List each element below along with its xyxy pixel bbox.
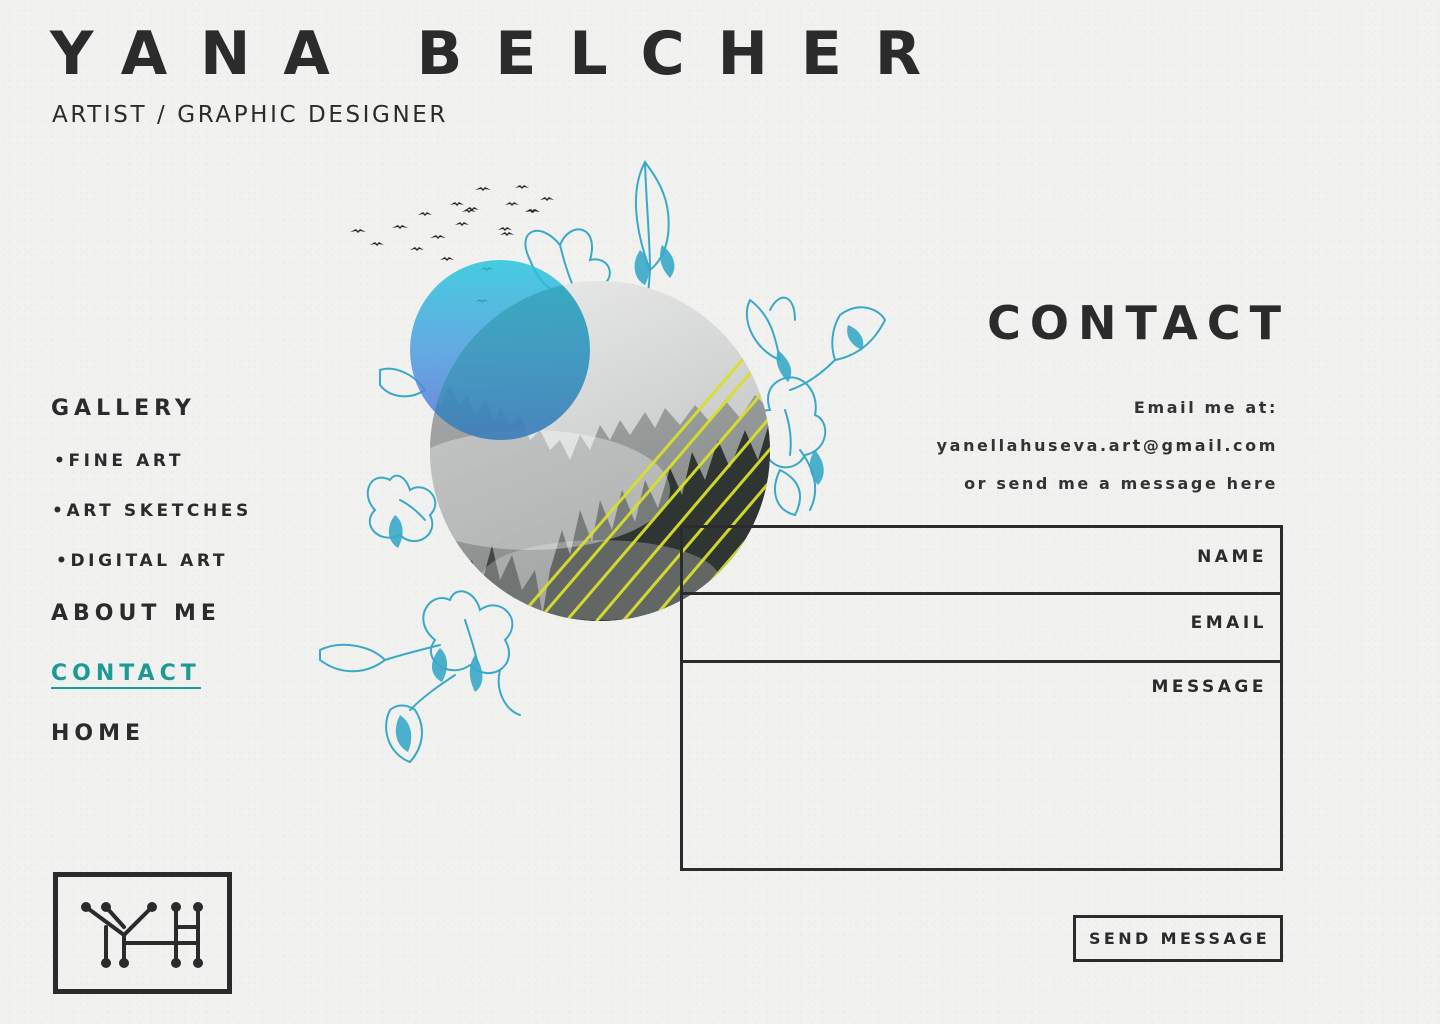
email-label: EMAIL bbox=[1190, 613, 1267, 633]
nav-fine-art[interactable]: •FINE ART bbox=[54, 451, 184, 471]
send-message-button[interactable]: SEND MESSAGE bbox=[1073, 915, 1283, 962]
nav-about-me[interactable]: ABOUT ME bbox=[51, 601, 221, 626]
contact-form: NAME EMAIL MESSAGE bbox=[680, 525, 1283, 871]
message-prompt: or send me a message here bbox=[964, 474, 1278, 493]
contact-heading: CONTACT bbox=[987, 296, 1290, 350]
nav-contact[interactable]: CONTACT bbox=[51, 661, 201, 689]
email-link[interactable]: yanellahuseva.art@gmail.com bbox=[937, 436, 1278, 455]
email-field: EMAIL bbox=[683, 595, 1280, 663]
site-title: YANA BELCHER bbox=[50, 19, 955, 89]
email-input[interactable] bbox=[693, 605, 1120, 650]
email-prompt: Email me at: bbox=[1133, 398, 1278, 417]
message-field: MESSAGE bbox=[683, 663, 1280, 868]
yh-monogram-logo[interactable] bbox=[53, 872, 232, 994]
message-label: MESSAGE bbox=[1151, 677, 1267, 697]
nav-art-sketches[interactable]: •ART SKETCHES bbox=[52, 501, 252, 521]
name-label: NAME bbox=[1197, 547, 1267, 567]
nav-digital-art[interactable]: •DIGITAL ART bbox=[56, 551, 228, 571]
nav-home[interactable]: HOME bbox=[51, 721, 145, 746]
message-textarea[interactable] bbox=[693, 673, 1120, 858]
name-field: NAME bbox=[683, 528, 1280, 595]
name-input[interactable] bbox=[693, 538, 1120, 582]
nav-gallery[interactable]: GALLERY bbox=[51, 396, 196, 421]
yh-monogram-icon bbox=[81, 902, 203, 968]
site-subtitle: ARTIST / GRAPHIC DESIGNER bbox=[52, 102, 448, 128]
